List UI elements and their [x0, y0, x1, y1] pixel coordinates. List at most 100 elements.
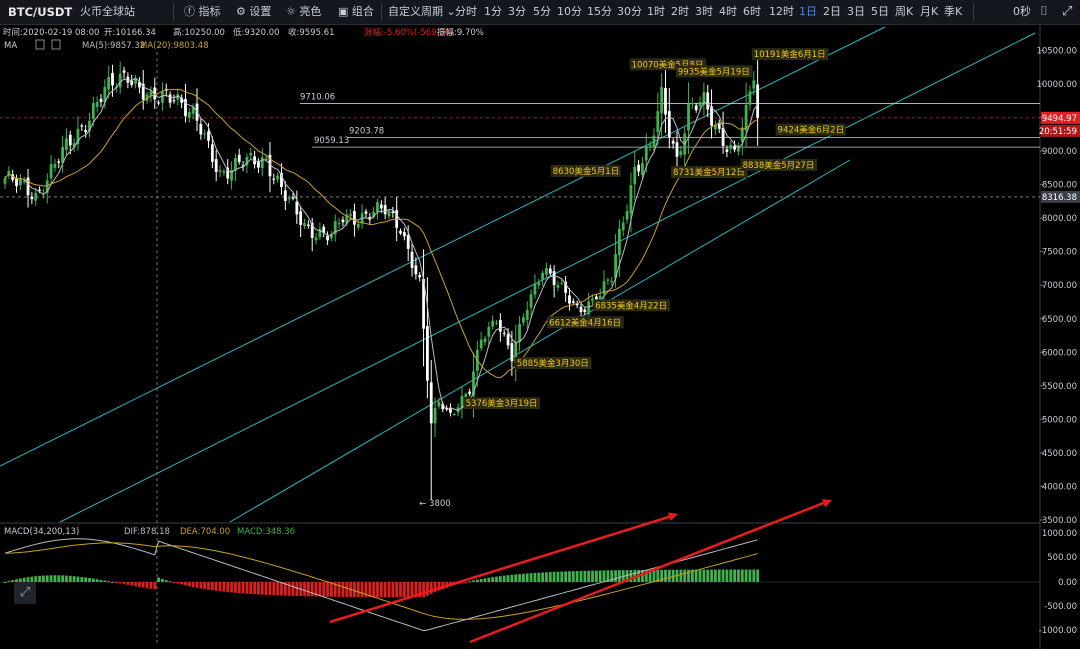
macd-bar: [506, 575, 510, 582]
candle-body: [618, 228, 621, 256]
candle-body: [756, 84, 760, 118]
info-low: 低:9320.00: [233, 27, 280, 38]
expand-icon[interactable]: ⤢: [14, 582, 36, 604]
macd-bar: [310, 582, 314, 597]
price-level-label: 9710.06: [300, 92, 335, 102]
macd-bar: [337, 582, 341, 597]
macd-bar: [579, 570, 583, 582]
macd-tick-label: 1000.00: [1042, 529, 1077, 539]
macd-bar: [126, 582, 130, 585]
candle-body: [571, 301, 575, 303]
candle-body: [283, 190, 287, 201]
candle-body: [429, 382, 433, 424]
price-tick-label: 7500.00: [1042, 248, 1077, 258]
candle-body: [257, 161, 260, 168]
macd-bar: [525, 573, 529, 582]
annotation-label: 6612美金4月16日: [549, 317, 621, 328]
macd-bar: [598, 570, 602, 582]
macd-bar: [268, 582, 272, 596]
candle-body: [552, 271, 556, 286]
macd-bar: [141, 582, 145, 588]
hide-icon[interactable]: [51, 39, 61, 50]
candle-body: [414, 265, 418, 275]
candle-body: [537, 282, 541, 286]
macd-bar: [387, 582, 391, 598]
price-tick-label: 6000.00: [1042, 348, 1077, 358]
candle-body: [710, 106, 713, 126]
candle-body: [341, 219, 345, 223]
macd-bar: [195, 582, 199, 588]
macd-bar: [187, 582, 191, 587]
candle-body: [237, 154, 241, 163]
macd-bar: [134, 582, 137, 587]
macd-bar: [172, 582, 176, 583]
kline-chart[interactable]: 9710.06 9203.789059.13 10191美金6月1日10070美金…: [0, 0, 1080, 649]
macd-bar: [191, 582, 195, 588]
candle-body: [522, 317, 525, 323]
candle-body: [733, 145, 736, 150]
candle-body: [487, 326, 491, 337]
candle-body: [18, 179, 22, 186]
macd-bar: [210, 582, 214, 591]
horizontal-lines: 9710.06 9203.789059.13: [0, 92, 1040, 198]
macd-bar: [725, 569, 729, 582]
candle-body: [287, 198, 291, 200]
candle-body: [299, 211, 303, 225]
macd-bar: [602, 570, 606, 582]
candle-body: [664, 88, 667, 115]
info-amplitude: 振幅:9.70%: [437, 27, 484, 38]
candle-body: [95, 102, 99, 107]
macd-bar: [552, 571, 556, 582]
candle-body: [587, 301, 591, 315]
settings-icon[interactable]: [35, 39, 45, 50]
candle-body: [3, 177, 7, 184]
macd-bar: [230, 582, 233, 593]
candle-body: [721, 127, 725, 146]
macd-bar: [687, 569, 690, 582]
candle-body: [510, 343, 514, 362]
macd-bar: [114, 582, 118, 583]
candle-body: [99, 98, 103, 102]
macd-bar: [568, 571, 571, 582]
macd-bar: [88, 577, 91, 582]
price-tick-label: 3500.00: [1042, 516, 1077, 526]
candle-body: [387, 210, 391, 217]
macd-bar: [498, 576, 502, 582]
candle-body: [222, 171, 226, 173]
macd-bar: [422, 582, 425, 598]
macd-tick-label: 500.00: [1047, 553, 1077, 563]
trend-arrow: [329, 514, 673, 624]
macd-bar: [330, 582, 333, 597]
candle-body: [65, 138, 68, 150]
macd-bar: [556, 571, 560, 582]
candle-body: [326, 235, 329, 241]
macd-bar: [38, 575, 41, 582]
macd-bar: [399, 582, 402, 598]
macd-bar: [45, 575, 49, 582]
candle-body: [725, 149, 729, 152]
candle-body: [306, 224, 310, 226]
macd-bar: [353, 582, 356, 598]
macd-bar: [95, 579, 99, 582]
macd-bar: [548, 572, 552, 582]
candle-body: [406, 235, 410, 249]
macd-bar: [667, 569, 671, 582]
macd-bar: [614, 570, 617, 582]
macd-bar: [560, 571, 564, 582]
macd-bar: [710, 569, 713, 582]
candle-body: [568, 295, 571, 304]
macd-label: MACD(34,200,13): [4, 527, 79, 537]
candle-body: [214, 159, 218, 172]
macd-bar: [391, 582, 395, 598]
macd-bar: [180, 582, 184, 585]
candle-body: [26, 177, 30, 196]
candle-body: [479, 339, 483, 349]
price-axis: 10500.0010000.009500.009000.008500.00800…: [1036, 46, 1080, 636]
macd-bar: [111, 581, 114, 583]
candle-body: [525, 309, 529, 320]
macd-bar: [729, 569, 733, 582]
macd-bar: [34, 576, 38, 582]
candle-body: [410, 251, 414, 268]
price-tick-label: 10000.00: [1036, 80, 1077, 90]
macd-bar: [80, 576, 84, 582]
